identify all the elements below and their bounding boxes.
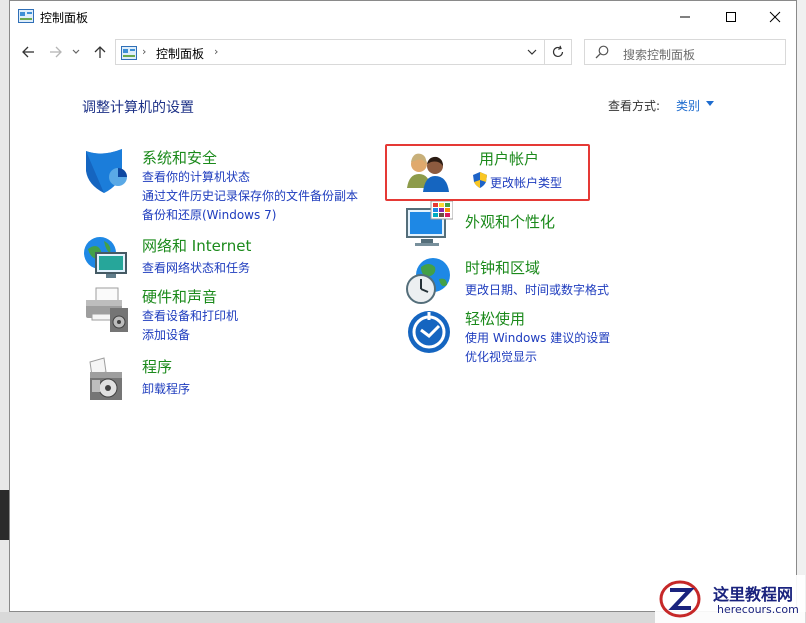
monitor-palette-icon[interactable] <box>405 201 453 249</box>
forward-button[interactable] <box>46 42 66 62</box>
title-bar[interactable]: 控制面板 <box>10 1 796 32</box>
watermark-logo-icon <box>659 580 701 618</box>
ease-of-access-icon[interactable] <box>405 308 453 356</box>
printer-icon[interactable] <box>82 286 130 334</box>
search-placeholder: 搜索控制面板 <box>623 48 696 62</box>
link-backup-restore[interactable]: 备份和还原(Windows 7) <box>142 206 276 223</box>
programs-icon[interactable] <box>82 356 130 404</box>
link-optimize-visual-display[interactable]: 优化视觉显示 <box>465 348 537 365</box>
link-devices-printers[interactable]: 查看设备和打印机 <box>142 307 238 324</box>
category-programs: 程序 卸载程序 <box>82 356 382 404</box>
category-clock-region: 时钟和区域 更改日期、时间或数字格式 <box>405 257 645 305</box>
view-by-label: 查看方式: <box>608 99 661 113</box>
shield-icon[interactable] <box>82 147 130 195</box>
back-button[interactable] <box>18 42 38 62</box>
category-title[interactable]: 硬件和声音 <box>142 286 217 307</box>
watermark: 这里教程网 herecours.com <box>655 575 805 623</box>
view-by-dropdown-icon[interactable] <box>706 101 714 106</box>
maximize-icon <box>726 11 736 22</box>
arrow-right-icon <box>50 46 62 58</box>
chevron-down-icon <box>527 49 537 55</box>
refresh-button[interactable] <box>544 39 572 65</box>
watermark-site-name: 这里教程网 <box>713 585 794 604</box>
link-change-date-time-format[interactable]: 更改日期、时间或数字格式 <box>465 281 609 298</box>
arrow-left-icon <box>22 46 34 58</box>
navigation-bar: › 控制面板 › 搜索控制面板 <box>10 37 796 67</box>
search-box[interactable]: 搜索控制面板 <box>584 39 786 65</box>
category-network-internet: 网络和 Internet 查看网络状态和任务 <box>82 235 382 279</box>
category-title[interactable]: 外观和个性化 <box>465 211 555 232</box>
category-system-security: 系统和安全 查看你的计算机状态 通过文件历史记录保存你的文件备份副本 备份和还原… <box>82 147 382 225</box>
category-title[interactable]: 程序 <box>142 356 172 377</box>
category-title[interactable]: 时钟和区域 <box>465 257 540 278</box>
close-button[interactable] <box>752 1 798 32</box>
clock-globe-icon[interactable] <box>405 257 453 305</box>
user-accounts-highlight-box <box>385 144 590 201</box>
minimize-button[interactable] <box>662 1 708 32</box>
control-panel-location-icon <box>121 46 137 60</box>
arrow-up-icon <box>94 46 106 58</box>
up-button[interactable] <box>90 42 110 62</box>
breadcrumb-control-panel[interactable]: 控制面板 <box>156 45 204 62</box>
page-heading: 调整计算机的设置 <box>82 100 194 116</box>
link-view-computer-status[interactable]: 查看你的计算机状态 <box>142 168 250 185</box>
address-dropdown-button[interactable] <box>524 44 540 60</box>
link-add-device[interactable]: 添加设备 <box>142 326 190 343</box>
search-icon <box>595 45 609 59</box>
breadcrumb-chevron-icon[interactable]: › <box>214 45 218 58</box>
category-title[interactable]: 轻松使用 <box>465 308 525 329</box>
link-file-history-backup[interactable]: 通过文件历史记录保存你的文件备份副本 <box>142 187 358 204</box>
breadcrumb-separator-icon: › <box>142 45 147 58</box>
recent-locations-button[interactable] <box>70 42 82 62</box>
category-title[interactable]: 系统和安全 <box>142 147 217 168</box>
link-network-status[interactable]: 查看网络状态和任务 <box>142 259 250 276</box>
watermark-site-url: herecours.com <box>717 603 799 616</box>
category-title[interactable]: 网络和 Internet <box>142 235 251 256</box>
network-globe-icon[interactable] <box>82 235 130 283</box>
category-appearance: 外观和个性化 <box>405 201 605 251</box>
control-panel-window: 控制面板 › 控制面板 › 搜索控制面板 调整计算机的设置 查看方式: 类别 系… <box>9 0 797 612</box>
view-by-dropdown[interactable]: 类别 <box>676 97 700 114</box>
minimize-icon <box>680 16 690 17</box>
close-icon <box>769 11 781 22</box>
refresh-icon <box>552 45 564 58</box>
link-windows-recommended-settings[interactable]: 使用 Windows 建议的设置 <box>465 329 610 346</box>
link-uninstall-program[interactable]: 卸载程序 <box>142 380 190 397</box>
control-panel-app-icon <box>18 9 34 23</box>
address-bar[interactable]: › 控制面板 › <box>115 39 545 65</box>
category-ease-of-access: 轻松使用 使用 Windows 建议的设置 优化视觉显示 <box>405 308 645 368</box>
maximize-button[interactable] <box>708 1 754 32</box>
category-hardware-sound: 硬件和声音 查看设备和打印机 添加设备 <box>82 286 382 346</box>
window-title: 控制面板 <box>40 11 89 25</box>
chevron-down-icon <box>72 49 80 54</box>
